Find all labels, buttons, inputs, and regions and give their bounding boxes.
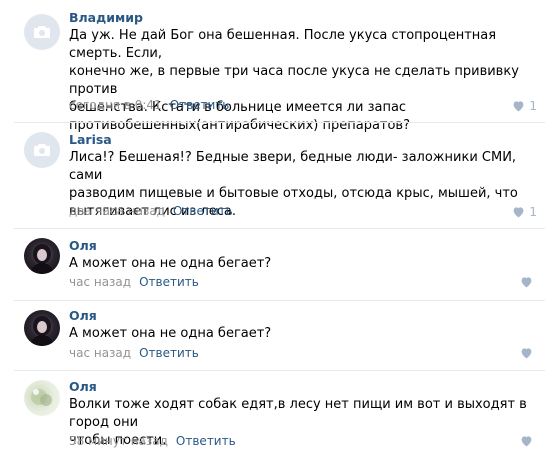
like-count: 1 xyxy=(529,99,537,113)
avatar[interactable] xyxy=(24,310,60,346)
comment-text: Да уж. Не дай Бог она бешенная. После ук… xyxy=(69,28,519,133)
reply-button[interactable]: Ответить xyxy=(176,434,236,448)
comment-meta: 58 минут назад Ответить xyxy=(69,433,236,449)
camera-icon xyxy=(34,26,50,38)
comment-item: Оля А может она не одна бегает? час наза… xyxy=(0,228,559,300)
comment-item: Larisa Лиса!? Бешеная!? Бедные звери, бе… xyxy=(0,122,559,226)
reply-button[interactable]: Ответить xyxy=(170,98,230,112)
comment-author[interactable]: Оля xyxy=(69,238,97,254)
comment-time[interactable]: час назад xyxy=(69,346,131,360)
comment-author[interactable]: Оля xyxy=(69,379,97,395)
comment-meta: час назад Ответить xyxy=(69,345,199,361)
comment-text: А может она не одна бегает? xyxy=(69,256,272,271)
comment-author[interactable]: Larisa xyxy=(69,132,112,148)
heart-icon xyxy=(521,348,532,359)
like-button[interactable] xyxy=(520,347,537,359)
avatar[interactable] xyxy=(24,132,60,168)
reply-button[interactable]: Ответить xyxy=(139,346,199,360)
heart-icon xyxy=(513,207,524,218)
reply-button[interactable]: Ответить xyxy=(173,204,233,218)
like-button[interactable] xyxy=(520,276,537,288)
comment-author[interactable]: Владимир xyxy=(69,10,143,26)
camera-icon xyxy=(34,144,50,156)
like-count: 1 xyxy=(529,205,537,219)
like-button[interactable] xyxy=(520,435,537,447)
profile-photo-icon xyxy=(31,389,52,406)
avatar[interactable] xyxy=(24,238,60,274)
profile-photo-icon xyxy=(30,316,54,346)
avatar[interactable] xyxy=(24,14,60,50)
heart-icon xyxy=(521,436,532,447)
like-button[interactable]: 1 xyxy=(512,205,537,219)
comment-meta: сегодня в 0:41 Ответить xyxy=(69,97,229,113)
comment-item: Оля А может она не одна бегает? час наза… xyxy=(0,300,559,370)
comment-author[interactable]: Оля xyxy=(69,308,97,324)
comment-text: А может она не одна бегает? xyxy=(69,326,272,341)
comment-item: Владимир Да уж. Не дай Бог она бешенная.… xyxy=(0,0,559,133)
heart-icon xyxy=(521,277,532,288)
comment-meta: два часа назад Ответить xyxy=(69,203,233,219)
like-button[interactable]: 1 xyxy=(512,99,537,113)
comment-time[interactable]: 58 минут назад xyxy=(69,434,168,448)
comment-meta: час назад Ответить xyxy=(69,274,199,290)
comment-item: Оля Волки тоже ходят собак едят,в лесу н… xyxy=(0,370,559,460)
profile-photo-icon xyxy=(30,244,54,274)
heart-icon xyxy=(513,101,524,112)
avatar[interactable] xyxy=(24,380,60,416)
comment-time[interactable]: два часа назад xyxy=(69,204,165,218)
comment-time[interactable]: час назад xyxy=(69,275,131,289)
reply-button[interactable]: Ответить xyxy=(139,275,199,289)
comment-time[interactable]: сегодня в 0:41 xyxy=(69,98,162,112)
